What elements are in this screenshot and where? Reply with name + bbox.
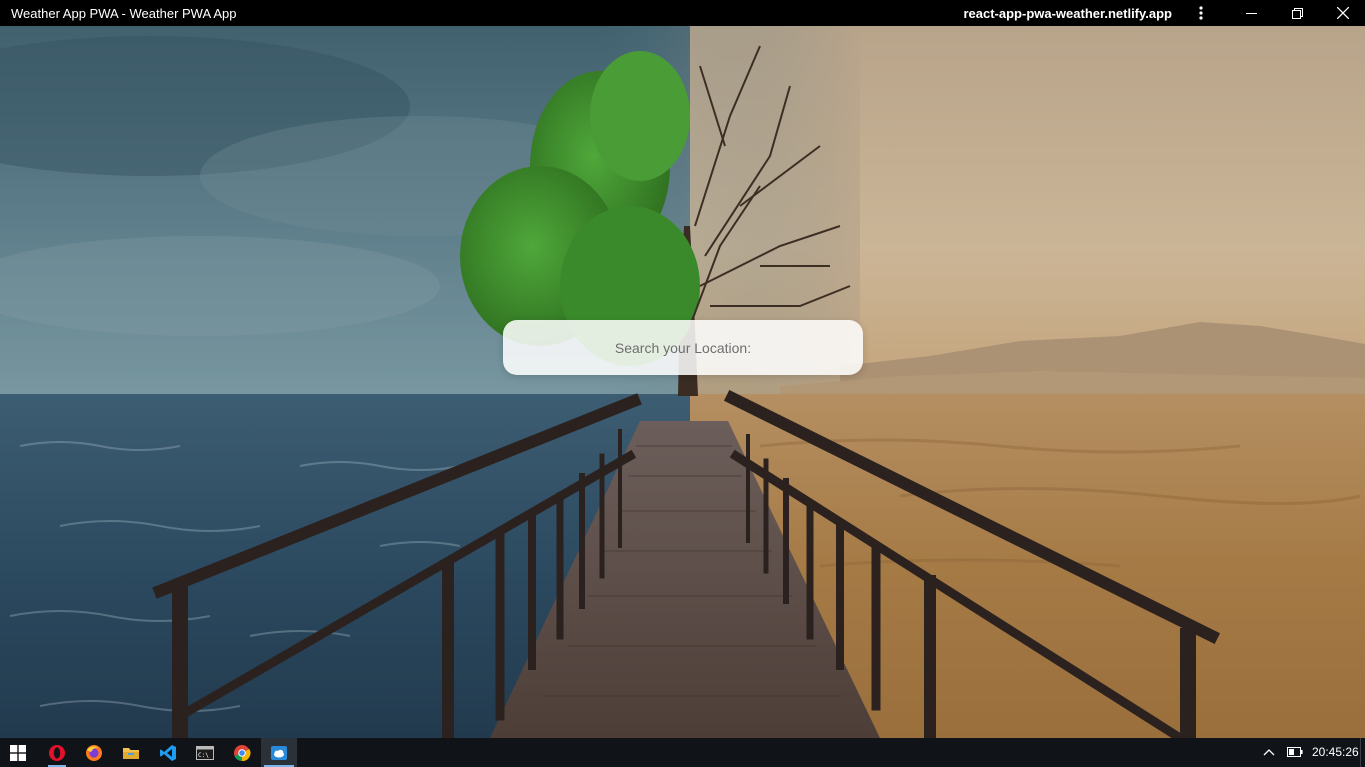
windows-logo-icon bbox=[10, 744, 26, 761]
firefox-icon bbox=[86, 744, 102, 761]
show-hidden-icons-chevron-icon[interactable] bbox=[1262, 745, 1276, 759]
folder-icon bbox=[123, 747, 139, 759]
minimize-icon bbox=[1245, 12, 1257, 14]
vscode-icon bbox=[160, 744, 176, 761]
kebab-menu-icon bbox=[1199, 6, 1203, 20]
close-icon bbox=[1337, 7, 1349, 19]
weather-cloud-icon bbox=[271, 745, 287, 760]
app-menu-button[interactable] bbox=[1180, 0, 1222, 26]
taskbar-terminal[interactable]: C:\ bbox=[187, 738, 223, 767]
restore-icon bbox=[1291, 7, 1303, 19]
taskbar-weather-pwa[interactable] bbox=[261, 738, 297, 767]
background-scene bbox=[0, 26, 1365, 738]
search-box[interactable] bbox=[503, 320, 863, 375]
window-title: Weather App PWA - Weather PWA App bbox=[11, 6, 237, 21]
taskbar-firefox[interactable] bbox=[76, 738, 112, 767]
taskbar: C:\ 20:45:26 bbox=[0, 738, 1365, 767]
taskbar-file-explorer[interactable] bbox=[113, 738, 149, 767]
chrome-icon bbox=[234, 744, 251, 761]
window-title-bar: Weather App PWA - Weather PWA App react-… bbox=[0, 0, 1365, 26]
minimize-button[interactable] bbox=[1228, 0, 1274, 26]
search-input[interactable] bbox=[516, 338, 850, 357]
close-button[interactable] bbox=[1320, 0, 1365, 26]
taskbar-vscode[interactable] bbox=[150, 738, 186, 767]
show-desktop-button[interactable] bbox=[1360, 738, 1365, 767]
taskbar-chrome[interactable] bbox=[224, 738, 260, 767]
terminal-icon: C:\ bbox=[196, 745, 214, 760]
restore-button[interactable] bbox=[1274, 0, 1320, 26]
svg-text:C:\: C:\ bbox=[198, 752, 209, 759]
start-button[interactable] bbox=[0, 738, 36, 767]
taskbar-opera[interactable] bbox=[39, 738, 75, 767]
app-url: react-app-pwa-weather.netlify.app bbox=[963, 6, 1172, 21]
battery-icon[interactable] bbox=[1287, 747, 1303, 757]
taskbar-clock[interactable]: 20:45:26 bbox=[1312, 745, 1359, 759]
opera-icon bbox=[49, 744, 65, 761]
background-illustration bbox=[0, 26, 1365, 738]
